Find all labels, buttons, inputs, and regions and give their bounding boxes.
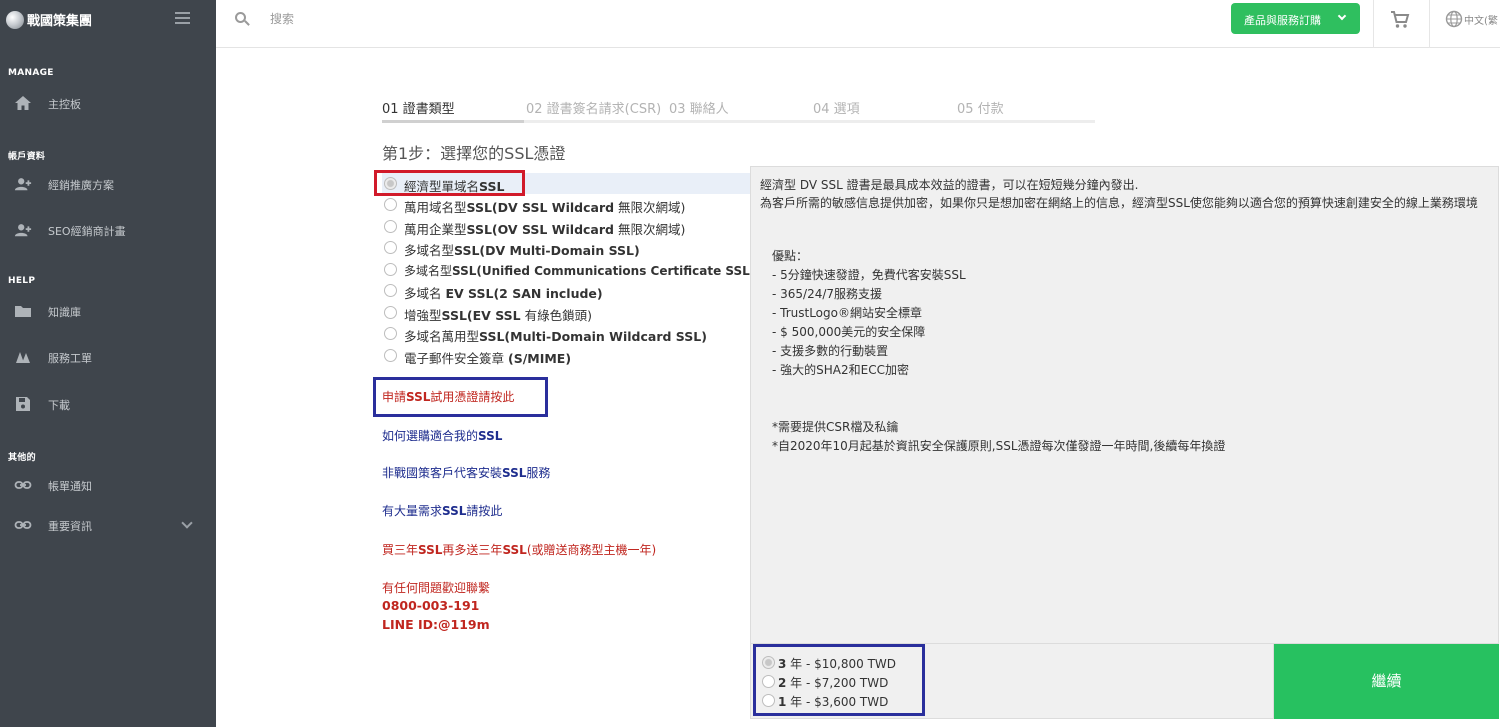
menu-toggle-icon[interactable]: [175, 12, 190, 24]
advantage-item: - 365/24/7服務支援: [772, 287, 883, 301]
page-title: 第1步：選擇您的SSL憑證: [382, 144, 566, 163]
contact-prompt: 有任何問題歡迎聯繫: [382, 581, 491, 595]
note-item: *自2020年10月起基於資訊安全保護原則,SSL憑證每次僅發證一年時間,後續每…: [772, 439, 1226, 453]
continue-button[interactable]: 繼續: [1274, 644, 1499, 719]
add-user-icon: [14, 178, 32, 191]
radio-button[interactable]: [384, 327, 397, 340]
advantage-item: - 支援多數的行動裝置: [772, 344, 889, 358]
step-progress-bar: [382, 120, 1095, 123]
ssl-option[interactable]: 萬用域名型SSL(DV SSL Wildcard 無限次網域): [382, 194, 750, 215]
advantage-item: - $ 500,000美元的安全保障: [772, 325, 926, 339]
note-item: *需要提供CSR檔及私鑰: [772, 420, 899, 434]
description-line: 經濟型 DV SSL 證書是最具成本效益的證書，可以在短短幾分鐘內發出.: [760, 178, 1139, 192]
search-input[interactable]: [270, 9, 570, 29]
brand-name: 戰國策集團: [27, 14, 93, 29]
section-title-help: HELP: [8, 276, 36, 286]
contact-phone: 0800-003-191: [382, 598, 480, 613]
section-title-account: 帳戶資料: [8, 152, 46, 162]
products-services-label: 產品與服務訂購: [1244, 14, 1321, 27]
bulk-order-link[interactable]: 有大量需求SSL請按此: [382, 502, 502, 519]
radio-button[interactable]: [384, 220, 397, 233]
radio-button[interactable]: [384, 349, 397, 362]
step-3: 03 聯絡人: [669, 102, 729, 117]
step-5: 05 付款: [957, 102, 1004, 117]
sidebar-item-label: 經銷推廣方案: [48, 179, 114, 192]
sidebar-item-label: 下載: [48, 399, 70, 412]
sidebar-item-seo-reseller[interactable]: SEO經銷商計畫: [0, 217, 216, 243]
step-2: 02 證書簽名請求(CSR): [526, 102, 662, 117]
sidebar-item-label: 服務工單: [48, 352, 92, 365]
product-description-panel: 經濟型 DV SSL 證書是最具成本效益的證書，可以在短短幾分鐘內發出. 為客戶…: [750, 166, 1499, 644]
radio-button[interactable]: [384, 284, 397, 297]
sidebar-item-label: 知識庫: [48, 306, 81, 319]
install-service-link[interactable]: 非戰國策客戶代客安裝SSL服務: [382, 464, 550, 481]
step-1: 01 證書類型: [382, 102, 455, 117]
sidebar-item-label: 重要資訊: [48, 520, 92, 533]
sidebar-item-important-info[interactable]: 重要資訊: [0, 512, 216, 538]
folder-icon: [15, 306, 31, 317]
sidebar-item-label: SEO經銷商計畫: [48, 225, 126, 238]
ticket-icon: [16, 352, 30, 363]
search-icon: [235, 12, 250, 27]
sidebar-item-downloads[interactable]: 下載: [0, 391, 216, 417]
top-bar: 產品與服務訂購 中文(繁: [216, 0, 1500, 48]
advantage-item: - TrustLogo®網站安全標章: [772, 306, 922, 320]
radio-button[interactable]: [384, 241, 397, 254]
link-icon: [14, 481, 32, 489]
promo-link[interactable]: 買三年SSL再多送三年SSL(或贈送商務型主機一年): [382, 541, 656, 558]
how-to-choose-link[interactable]: 如何選購適合我的SSL: [382, 427, 502, 444]
sidebar-item-tickets[interactable]: 服務工單: [0, 344, 216, 370]
ssl-option[interactable]: 多域名萬用型SSL(Multi-Domain Wildcard SSL): [382, 323, 750, 344]
divider: [1429, 0, 1430, 48]
sidebar-item-reseller[interactable]: 經銷推廣方案: [0, 171, 216, 197]
highlight-box-blue: [373, 377, 548, 417]
home-icon: [15, 96, 31, 110]
sidebar: 戰國策集團 MANAGE 主控板 帳戶資料 經銷推廣方案 SEO經銷商計畫 HE…: [0, 0, 216, 727]
products-services-button[interactable]: 產品與服務訂購: [1231, 3, 1360, 34]
radio-button[interactable]: [384, 263, 397, 276]
sidebar-item-label: 帳單通知: [48, 480, 92, 493]
description-line: 為客戶所需的敏感信息提供加密，如果你只是想加密在網絡上的信息，經濟型SSL使您能…: [760, 196, 1478, 210]
ssl-option[interactable]: 萬用企業型SSL(OV SSL Wildcard 無限次網域): [382, 216, 750, 237]
advantage-item: - 5分鐘快速發證，免費代客安裝SSL: [772, 268, 966, 282]
brand-logo-icon: [6, 11, 24, 29]
ssl-option[interactable]: 多域名型SSL(Unified Communications Certifica…: [382, 259, 755, 280]
highlight-box-blue: [753, 644, 925, 716]
globe-icon[interactable]: [1445, 10, 1463, 28]
ssl-option[interactable]: 增強型SSL(EV SSL 有綠色鎖頭): [382, 302, 750, 323]
step-4: 04 選項: [813, 102, 860, 117]
sidebar-item-dashboard[interactable]: 主控板: [0, 90, 216, 116]
ssl-option[interactable]: 多域名型SSL(DV Multi-Domain SSL): [382, 237, 750, 258]
divider: [1373, 0, 1374, 48]
ssl-option[interactable]: 多域名 EV SSL(2 SAN include): [382, 280, 750, 301]
advantage-item: - 強大的SHA2和ECC加密: [772, 363, 909, 377]
sidebar-item-label: 主控板: [48, 98, 81, 111]
chevron-down-icon[interactable]: [181, 517, 193, 529]
add-user-icon: [14, 224, 32, 237]
cart-icon[interactable]: [1390, 10, 1410, 30]
save-icon: [16, 397, 30, 411]
ssl-option[interactable]: 電子郵件安全簽章 (S/MIME): [382, 345, 750, 366]
language-selector[interactable]: 中文(繁: [1464, 12, 1500, 27]
radio-button[interactable]: [384, 306, 397, 319]
section-title-other: 其他的: [8, 453, 36, 463]
chevron-down-icon: [1337, 11, 1347, 21]
advantages-title: 優點：: [772, 249, 809, 263]
sidebar-item-knowledgebase[interactable]: 知識庫: [0, 298, 216, 324]
section-title-manage: MANAGE: [8, 68, 54, 78]
contact-line-id: LINE ID:@119m: [382, 617, 490, 632]
radio-button[interactable]: [384, 198, 397, 211]
link-icon: [14, 521, 32, 529]
sidebar-item-billing-notice[interactable]: 帳單通知: [0, 472, 216, 498]
highlight-box-red: [374, 170, 525, 196]
